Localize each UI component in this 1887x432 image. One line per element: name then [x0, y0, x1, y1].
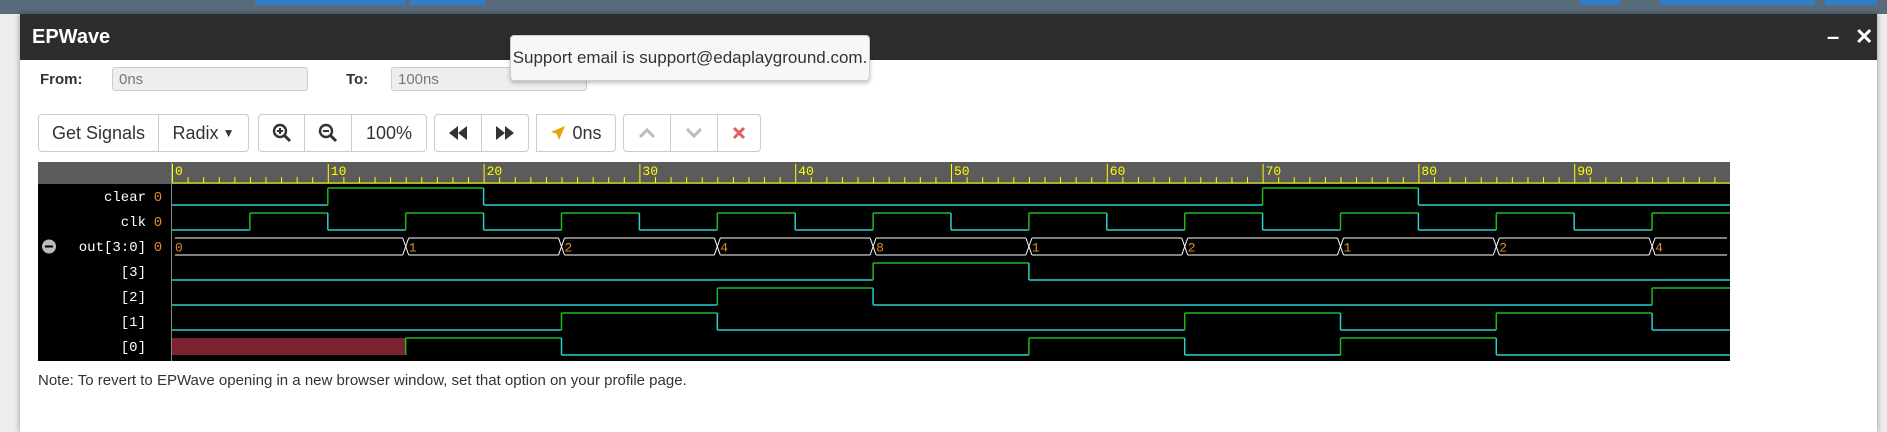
time-tick-label: 60: [1110, 164, 1126, 179]
signal-name: [1]: [121, 315, 146, 331]
zoom-in-icon: [272, 123, 291, 143]
background-window-strip: [0, 0, 1887, 14]
signal-name: [3]: [121, 265, 146, 281]
time-tick-label: 30: [642, 164, 658, 179]
radix-dropdown[interactable]: Radix ▼: [158, 114, 249, 152]
dialog-titlebar: EPWave – ✕: [20, 14, 1877, 60]
caret-down-icon: ▼: [222, 126, 235, 140]
time-tick-label: 80: [1421, 164, 1437, 179]
chevron-down-icon: [685, 127, 703, 139]
get-signals-button[interactable]: Get Signals: [38, 114, 159, 152]
signal-name: [2]: [121, 290, 146, 306]
bus-value-label: 4: [1655, 241, 1663, 256]
time-tick-label: 90: [1577, 164, 1593, 179]
bus-value-label: 1: [1032, 241, 1040, 256]
time-tick-label: 50: [954, 164, 970, 179]
bus-value-label: 2: [1188, 241, 1196, 256]
bus-value-label: 4: [720, 241, 728, 256]
bus-value-label: 1: [409, 241, 417, 256]
time-tick-label: 10: [331, 164, 347, 179]
previous-button[interactable]: [623, 114, 671, 152]
signal-name: out[3:0]: [79, 240, 146, 256]
remove-button[interactable]: [717, 114, 761, 152]
profile-note: Note: To revert to EPWave opening in a n…: [38, 372, 687, 389]
time-tick-label: 20: [487, 164, 503, 179]
cursor-time-button[interactable]: 0ns: [536, 114, 616, 152]
waveform-background: [38, 162, 1730, 361]
epwave-dialog: EPWave – ✕ Support email is support@edap…: [20, 14, 1877, 432]
to-label: To:: [346, 71, 369, 88]
background-page-left: [0, 14, 20, 432]
signal-name: clear: [104, 190, 146, 206]
from-input[interactable]: [112, 67, 308, 91]
location-arrow-icon: [551, 126, 566, 140]
cursor-time-label: 0ns: [572, 122, 602, 143]
fast-forward-button[interactable]: [481, 114, 529, 152]
radix-label: Radix: [172, 122, 219, 143]
close-icon[interactable]: ✕: [1855, 24, 1873, 50]
unknown-segment: [172, 338, 406, 355]
signal-value: 0: [154, 240, 162, 256]
time-tick-label: 0: [175, 164, 183, 179]
next-button[interactable]: [670, 114, 718, 152]
waveform-viewer[interactable]: 0 10 20 30 40 50 60 70 80 90clear 0clk 0out[3:0] 0 0 1…: [38, 162, 1730, 361]
chevron-up-icon: [638, 127, 656, 139]
minimize-icon[interactable]: –: [1827, 24, 1839, 50]
signal-value: 0: [154, 215, 162, 231]
fast-forward-icon: [496, 126, 514, 140]
background-page-right: [1877, 14, 1887, 432]
time-tick-label: 40: [798, 164, 814, 179]
signal-value: 0: [154, 190, 162, 206]
support-tooltip: Support email is support@edaplayground.c…: [510, 35, 870, 81]
signal-name: clk: [121, 215, 146, 231]
signal-name: [0]: [121, 340, 146, 356]
remove-icon: [732, 126, 746, 140]
dialog-title: EPWave: [32, 26, 111, 48]
bus-value-label: 0: [175, 241, 183, 256]
signal-names-panel: [38, 184, 171, 361]
bus-value-label: 2: [1499, 241, 1507, 256]
time-ruler: [38, 162, 1730, 184]
bus-value-label: 1: [1344, 241, 1352, 256]
zoom-out-icon: [318, 123, 338, 143]
zoom-level-button[interactable]: 100%: [351, 114, 427, 152]
bus-value-label: 2: [565, 241, 573, 256]
zoom-in-button[interactable]: [258, 114, 305, 152]
rewind-button[interactable]: [434, 114, 482, 152]
rewind-icon: [449, 126, 467, 140]
from-label: From:: [40, 71, 83, 88]
time-tick-label: 70: [1266, 164, 1282, 179]
zoom-out-button[interactable]: [304, 114, 352, 152]
bus-value-label: 8: [876, 241, 884, 256]
